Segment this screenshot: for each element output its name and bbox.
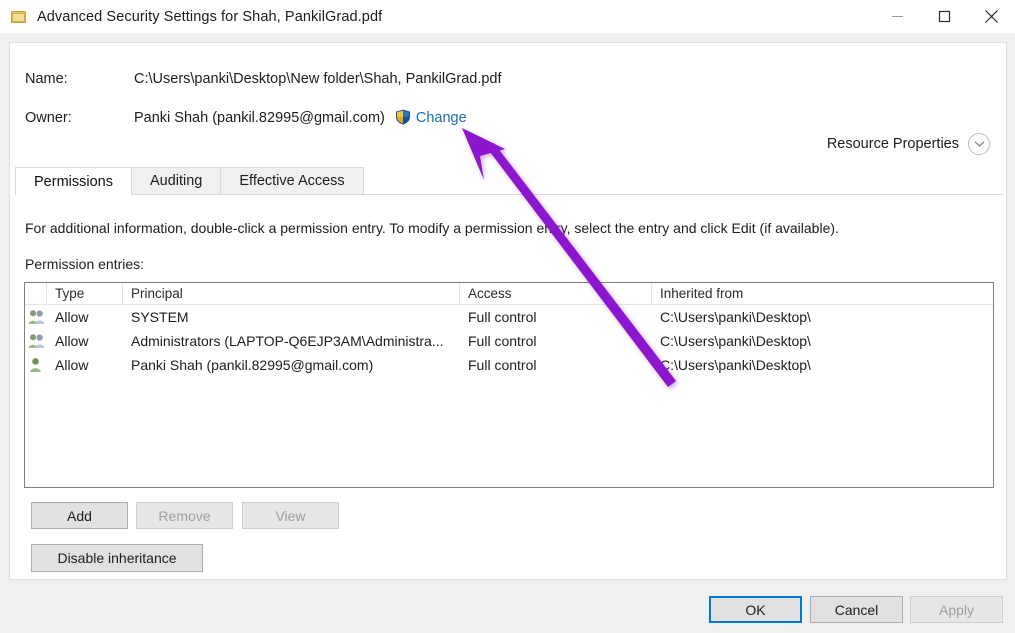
name-value: C:\Users\panki\Desktop\New folder\Shah, … (134, 71, 502, 87)
cancel-button[interactable]: Cancel (810, 596, 903, 623)
cell-access: Full control (468, 357, 537, 373)
cell-type: Allow (55, 333, 89, 349)
add-button[interactable]: Add (31, 502, 128, 529)
name-field-row: Name: C:\Users\panki\Desktop\New folder\… (25, 71, 502, 87)
column-header-inherited-from[interactable]: Inherited from (652, 283, 993, 305)
apply-button: Apply (910, 596, 1003, 623)
disable-inheritance-button[interactable]: Disable inheritance (31, 544, 203, 572)
title-bar: Advanced Security Settings for Shah, Pan… (0, 0, 1015, 33)
column-header-type[interactable]: Type (47, 283, 123, 305)
uac-shield-icon (395, 109, 411, 125)
tab-auditing-label: Auditing (149, 173, 203, 189)
owner-value: Panki Shah (pankil.82995@gmail.com) (134, 110, 385, 126)
owner-field-row: Owner: Panki Shah (pankil.82995@gmail.co… (25, 106, 467, 126)
cell-inherited-from: C:\Users\panki\Desktop\ (660, 333, 811, 349)
table-row[interactable]: Allow Panki Shah (pankil.82995@gmail.com… (25, 353, 993, 377)
minimize-icon (892, 16, 903, 17)
user-icon (25, 353, 47, 377)
remove-button: Remove (136, 502, 233, 529)
advanced-security-settings-window: Advanced Security Settings for Shah, Pan… (0, 0, 1015, 633)
group-icon (25, 329, 47, 353)
chevron-down-icon[interactable] (968, 133, 990, 155)
tab-permissions-label: Permissions (34, 173, 113, 190)
name-label: Name: (25, 71, 68, 87)
cell-inherited-from: C:\Users\panki\Desktop\ (660, 357, 811, 373)
change-owner-link[interactable]: Change (416, 110, 467, 126)
table-row[interactable]: Allow Administrators (LAPTOP-Q6EJP3AM\Ad… (25, 329, 993, 353)
permissions-info-text: For additional information, double-click… (25, 220, 839, 236)
close-button[interactable] (968, 0, 1015, 33)
tab-effective-access-label: Effective Access (239, 173, 345, 189)
cell-type: Allow (55, 309, 89, 325)
content-panel: Name: C:\Users\panki\Desktop\New folder\… (9, 42, 1007, 580)
permission-entries-table[interactable]: Type Principal Access Inherited from All… (24, 282, 994, 488)
cell-type: Allow (55, 357, 89, 373)
tab-permissions[interactable]: Permissions (15, 167, 132, 195)
column-header-principal[interactable]: Principal (123, 283, 460, 305)
view-button: View (242, 502, 339, 529)
tab-effective-access[interactable]: Effective Access (220, 167, 364, 194)
group-icon (25, 305, 47, 329)
table-row[interactable]: Allow SYSTEM Full control C:\Users\panki… (25, 305, 993, 329)
resource-properties[interactable]: Resource Properties (827, 133, 990, 155)
folder-icon (11, 9, 27, 25)
maximize-icon (938, 10, 951, 23)
cell-principal: Administrators (LAPTOP-Q6EJP3AM\Administ… (131, 333, 444, 349)
owner-label: Owner: (25, 110, 72, 126)
cell-principal: SYSTEM (131, 309, 189, 325)
column-header-access[interactable]: Access (460, 283, 652, 305)
cell-access: Full control (468, 333, 537, 349)
cell-access: Full control (468, 309, 537, 325)
minimize-button[interactable] (874, 0, 921, 33)
tab-auditing[interactable]: Auditing (130, 167, 222, 194)
column-header-icon[interactable] (25, 283, 47, 305)
resource-properties-label: Resource Properties (826, 136, 959, 152)
close-icon (985, 10, 998, 23)
maximize-button[interactable] (921, 0, 968, 33)
ok-button[interactable]: OK (709, 596, 802, 623)
permission-entries-label: Permission entries: (25, 256, 145, 272)
table-header-row: Type Principal Access Inherited from (25, 283, 993, 305)
window-title: Advanced Security Settings for Shah, Pan… (37, 8, 383, 25)
tab-strip: Permissions Auditing Effective Access (15, 167, 1003, 195)
window-controls (874, 0, 1015, 33)
cell-inherited-from: C:\Users\panki\Desktop\ (660, 309, 811, 325)
cell-principal: Panki Shah (pankil.82995@gmail.com) (131, 357, 374, 373)
